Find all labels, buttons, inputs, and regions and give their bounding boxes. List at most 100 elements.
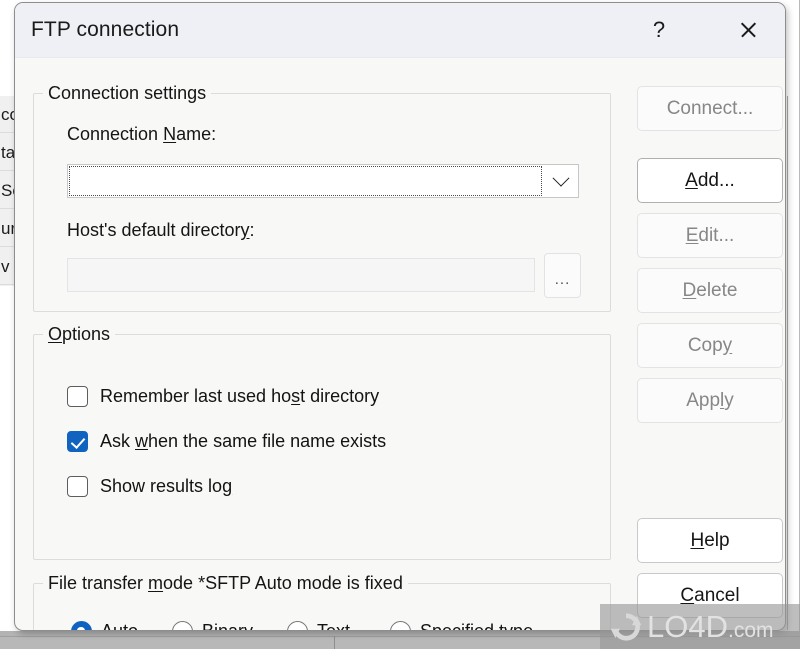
checkbox-box[interactable] xyxy=(67,431,88,452)
copy-button[interactable]: Cop y xyxy=(637,323,783,368)
refresh-circle-icon xyxy=(610,612,642,641)
radio-label-post: ext xyxy=(326,621,351,631)
background-left-row: ta xyxy=(0,134,14,171)
host-directory-label-pre: Host's default director xyxy=(67,220,241,240)
radio-label-accel: A xyxy=(101,621,114,631)
radio-label: Specified type xyxy=(420,621,534,631)
radio-label-post: inary xyxy=(214,621,254,631)
connection-name-input[interactable] xyxy=(69,166,542,196)
connect-button[interactable]: Connect... xyxy=(637,86,783,131)
radio-box[interactable] xyxy=(287,621,308,630)
radio-label: Text xyxy=(317,621,351,631)
checkbox-box[interactable] xyxy=(67,386,88,407)
host-directory-input[interactable] xyxy=(67,258,535,292)
background-status-separator xyxy=(334,636,335,649)
transfer-mode-label-accel: m xyxy=(148,573,164,593)
copy-button-pre: Cop xyxy=(687,334,723,356)
checkbox-show-results-log[interactable]: Show results log xyxy=(67,476,232,497)
checkbox-ask-same-file-name[interactable]: Ask when the same file name exists xyxy=(67,431,386,452)
close-icon-glyph xyxy=(739,20,758,39)
host-directory-label: Host's default directory: xyxy=(67,220,255,241)
connect-button-pre: Connect xyxy=(666,97,738,119)
checkbox-box[interactable] xyxy=(67,476,88,497)
help-icon-glyph: ? xyxy=(652,16,666,42)
delete-button-post: elete xyxy=(696,279,738,301)
watermark-name: LO4D xyxy=(647,609,728,644)
watermark-suffix: .com xyxy=(727,619,774,642)
connection-name-label-pre: Connection xyxy=(67,124,164,144)
browse-directory-button[interactable]: ... xyxy=(544,253,581,298)
apply-button-pre: App xyxy=(686,389,721,411)
edit-button[interactable]: Edit... xyxy=(637,213,783,258)
radio-box[interactable] xyxy=(390,621,411,630)
connection-name-label-accel: N xyxy=(163,124,177,144)
apply-button-post: y xyxy=(724,389,734,411)
checkbox-label: Ask when the same file name exists xyxy=(100,431,386,452)
connection-settings-label: Connection settings xyxy=(43,83,212,104)
options-group-label: Options xyxy=(43,324,116,345)
radio-label: Auto xyxy=(101,621,139,631)
connection-name-label: Connection Name: xyxy=(67,124,216,145)
checkbox-label-pre: Ask xyxy=(100,431,136,451)
radio-box[interactable] xyxy=(172,621,193,630)
edit-button-post: dit... xyxy=(698,224,735,246)
background-left-row: So xyxy=(0,172,14,209)
radio-label-post: fied type xyxy=(465,621,534,631)
checkbox-label-accel: w xyxy=(135,431,149,451)
radio-label-accel: B xyxy=(202,621,215,631)
checkbox-label-post: t directory xyxy=(300,386,380,406)
radio-text[interactable]: Text xyxy=(287,621,351,631)
radio-specified-type[interactable]: Specified type xyxy=(390,621,534,631)
help-button-post: elp xyxy=(704,529,730,551)
options-group-label-rest: ptions xyxy=(62,324,111,344)
chevron-down-icon[interactable] xyxy=(543,165,578,197)
transfer-mode-label-pre: File transfer xyxy=(48,573,149,593)
checkbox-remember-host-directory[interactable]: Remember last used host directory xyxy=(67,386,379,407)
dialog-titlebar: FTP connection ? xyxy=(15,3,785,58)
radio-label-accel: T xyxy=(317,621,326,631)
connection-name-label-post: ame: xyxy=(176,124,217,144)
checkbox-label: Remember last used host directory xyxy=(100,386,379,407)
help-button[interactable]: Help xyxy=(637,518,783,563)
dialog-body: Connection settings Connection Name: Hos… xyxy=(15,58,785,631)
chevron-down-icon-glyph xyxy=(552,169,569,187)
connection-name-combo[interactable] xyxy=(67,164,579,198)
host-directory-label-accel: y xyxy=(240,220,250,240)
background-divider xyxy=(787,96,788,630)
transfer-mode-label-post: ode *SFTP Auto mode is fixed xyxy=(163,573,403,593)
watermark-text: LO4D.com xyxy=(647,611,774,642)
checkbox-label-accel: s xyxy=(291,386,301,406)
radio-label: Binary xyxy=(202,621,254,631)
apply-button[interactable]: App l y xyxy=(637,378,783,423)
radio-auto[interactable]: Auto xyxy=(71,621,139,631)
help-icon[interactable]: ? xyxy=(636,3,682,56)
radio-label-post: uto xyxy=(113,621,139,631)
add-button-accel: A xyxy=(685,169,698,191)
host-directory-label-post: : xyxy=(249,220,255,240)
add-button[interactable]: Add... xyxy=(637,158,783,203)
checkbox-label-pre: Show results lo xyxy=(100,476,223,496)
watermark: LO4D.com xyxy=(600,604,800,649)
copy-button-accel: y xyxy=(722,334,733,356)
checkbox-label-accel: g xyxy=(222,476,233,496)
screen: co ta So ur v 7 0 5 1 9 FTP connection ? xyxy=(0,0,800,649)
background-left-list: co ta So ur v xyxy=(0,96,15,286)
radio-box[interactable] xyxy=(71,621,92,630)
transfer-mode-label: File transfer mode *SFTP Auto mode is fi… xyxy=(43,573,408,594)
add-button-post: dd... xyxy=(697,169,735,191)
connect-button-post: ... xyxy=(737,97,754,119)
ftp-connection-dialog: FTP connection ? Connection settings Con… xyxy=(14,2,786,631)
delete-button[interactable]: Delete xyxy=(637,268,783,313)
background-left-row: v xyxy=(0,248,14,285)
checkbox-label-post: hen the same file name exists xyxy=(148,431,387,451)
radio-binary[interactable]: Binary xyxy=(172,621,254,631)
background-left-row: co xyxy=(0,96,14,133)
checkbox-label-pre: Remember last used ho xyxy=(100,386,292,406)
edit-button-accel: E xyxy=(685,224,699,246)
background-left-row: ur xyxy=(0,210,14,247)
close-icon[interactable] xyxy=(725,3,771,56)
help-button-accel: H xyxy=(690,529,705,551)
dialog-title: FTP connection xyxy=(31,18,180,41)
options-group-label-accel: O xyxy=(48,324,63,344)
radio-label-pre: Spec xyxy=(420,621,462,631)
